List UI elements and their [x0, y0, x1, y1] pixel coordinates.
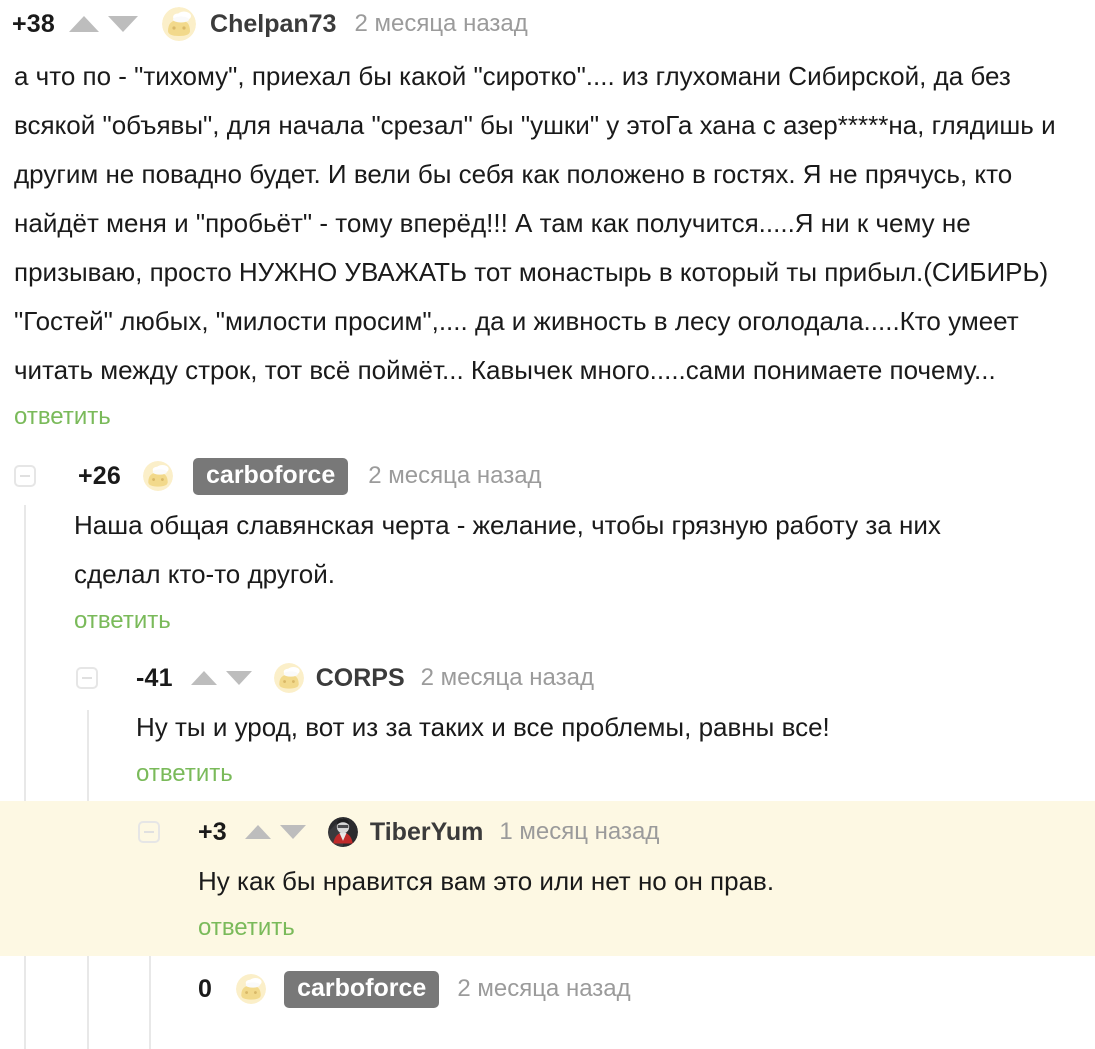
comment-score: +26	[78, 461, 122, 490]
vote-arrows	[69, 16, 139, 32]
comment-chelpan73: +38 Chelpan73 2 месяца назад а что по - …	[0, 0, 1095, 431]
reply-link[interactable]: ответить	[14, 403, 111, 431]
comment-timestamp: 2 месяца назад	[457, 975, 631, 1002]
comment-score: +3	[198, 817, 227, 846]
upvote-arrow-icon[interactable]	[69, 16, 100, 32]
comment-timestamp: 2 месяца назад	[420, 664, 594, 691]
reply-link[interactable]: ответить	[74, 607, 171, 635]
comment-corps: -41 CORPS 2 месяца назад Ну ты и урод, в…	[0, 655, 1095, 788]
avatar[interactable]	[327, 817, 358, 847]
comment-score: 0	[198, 974, 213, 1003]
comment-username-badge[interactable]: carboforce	[284, 970, 440, 1008]
vote-arrows	[190, 671, 252, 685]
comment-username-badge[interactable]: carboforce	[193, 457, 349, 495]
reply-link[interactable]: ответить	[136, 760, 233, 788]
avatar[interactable]	[273, 663, 304, 693]
comment-header: 0 carboforce 2 месяца назад	[0, 966, 1095, 1012]
vote-arrows	[244, 825, 306, 839]
downvote-arrow-icon[interactable]	[225, 671, 252, 685]
comment-carboforce-2: 0 carboforce 2 месяца назад	[0, 966, 1095, 1012]
comment-carboforce-1: +26 carboforce 2 месяца назад Наша общая…	[0, 453, 1095, 635]
comment-timestamp: 2 месяца назад	[354, 10, 528, 37]
comment-text: Ну ты и урод, вот из за таких и все проб…	[136, 712, 830, 742]
comment-header: +26 carboforce 2 месяца назад	[0, 453, 1095, 499]
comment-timestamp: 1 месяц назад	[499, 818, 660, 845]
avatar[interactable]	[162, 7, 197, 41]
avatar[interactable]	[143, 461, 174, 491]
comment-text: Ну как бы нравится вам это или нет но он…	[198, 866, 775, 896]
reply-link[interactable]: ответить	[198, 914, 295, 942]
downvote-arrow-icon[interactable]	[279, 825, 306, 839]
comment-username[interactable]: TiberYum	[370, 818, 483, 847]
comment-score: +38	[12, 9, 56, 38]
comment-username[interactable]: CORPS	[316, 664, 405, 693]
comment-score: -41	[136, 663, 173, 692]
downvote-arrow-icon[interactable]	[108, 16, 139, 32]
collapse-button[interactable]	[76, 667, 98, 689]
comment-tiberyum: +3 TiberYum 1 месяц назад Ну как бы нрав…	[0, 801, 1095, 956]
comment-text: а что по - "тихому", приехал бы какой "с…	[14, 61, 1056, 385]
avatar[interactable]	[236, 974, 267, 1004]
comment-header: +38 Chelpan73 2 месяца назад	[0, 0, 1095, 48]
comment-thread: +38 Chelpan73 2 месяца назад а что по - …	[0, 0, 1095, 1049]
collapse-button[interactable]	[14, 465, 36, 487]
comment-username[interactable]: Chelpan73	[210, 10, 336, 39]
comment-text: Наша общая славянская черта - желание, ч…	[74, 510, 941, 589]
collapse-button[interactable]	[138, 821, 160, 843]
upvote-arrow-icon[interactable]	[244, 825, 271, 839]
comment-header: -41 CORPS 2 месяца назад	[0, 655, 1095, 701]
comment-header: +3 TiberYum 1 месяц назад	[0, 809, 1095, 855]
comment-timestamp: 2 месяца назад	[368, 462, 542, 489]
upvote-arrow-icon[interactable]	[190, 671, 217, 685]
